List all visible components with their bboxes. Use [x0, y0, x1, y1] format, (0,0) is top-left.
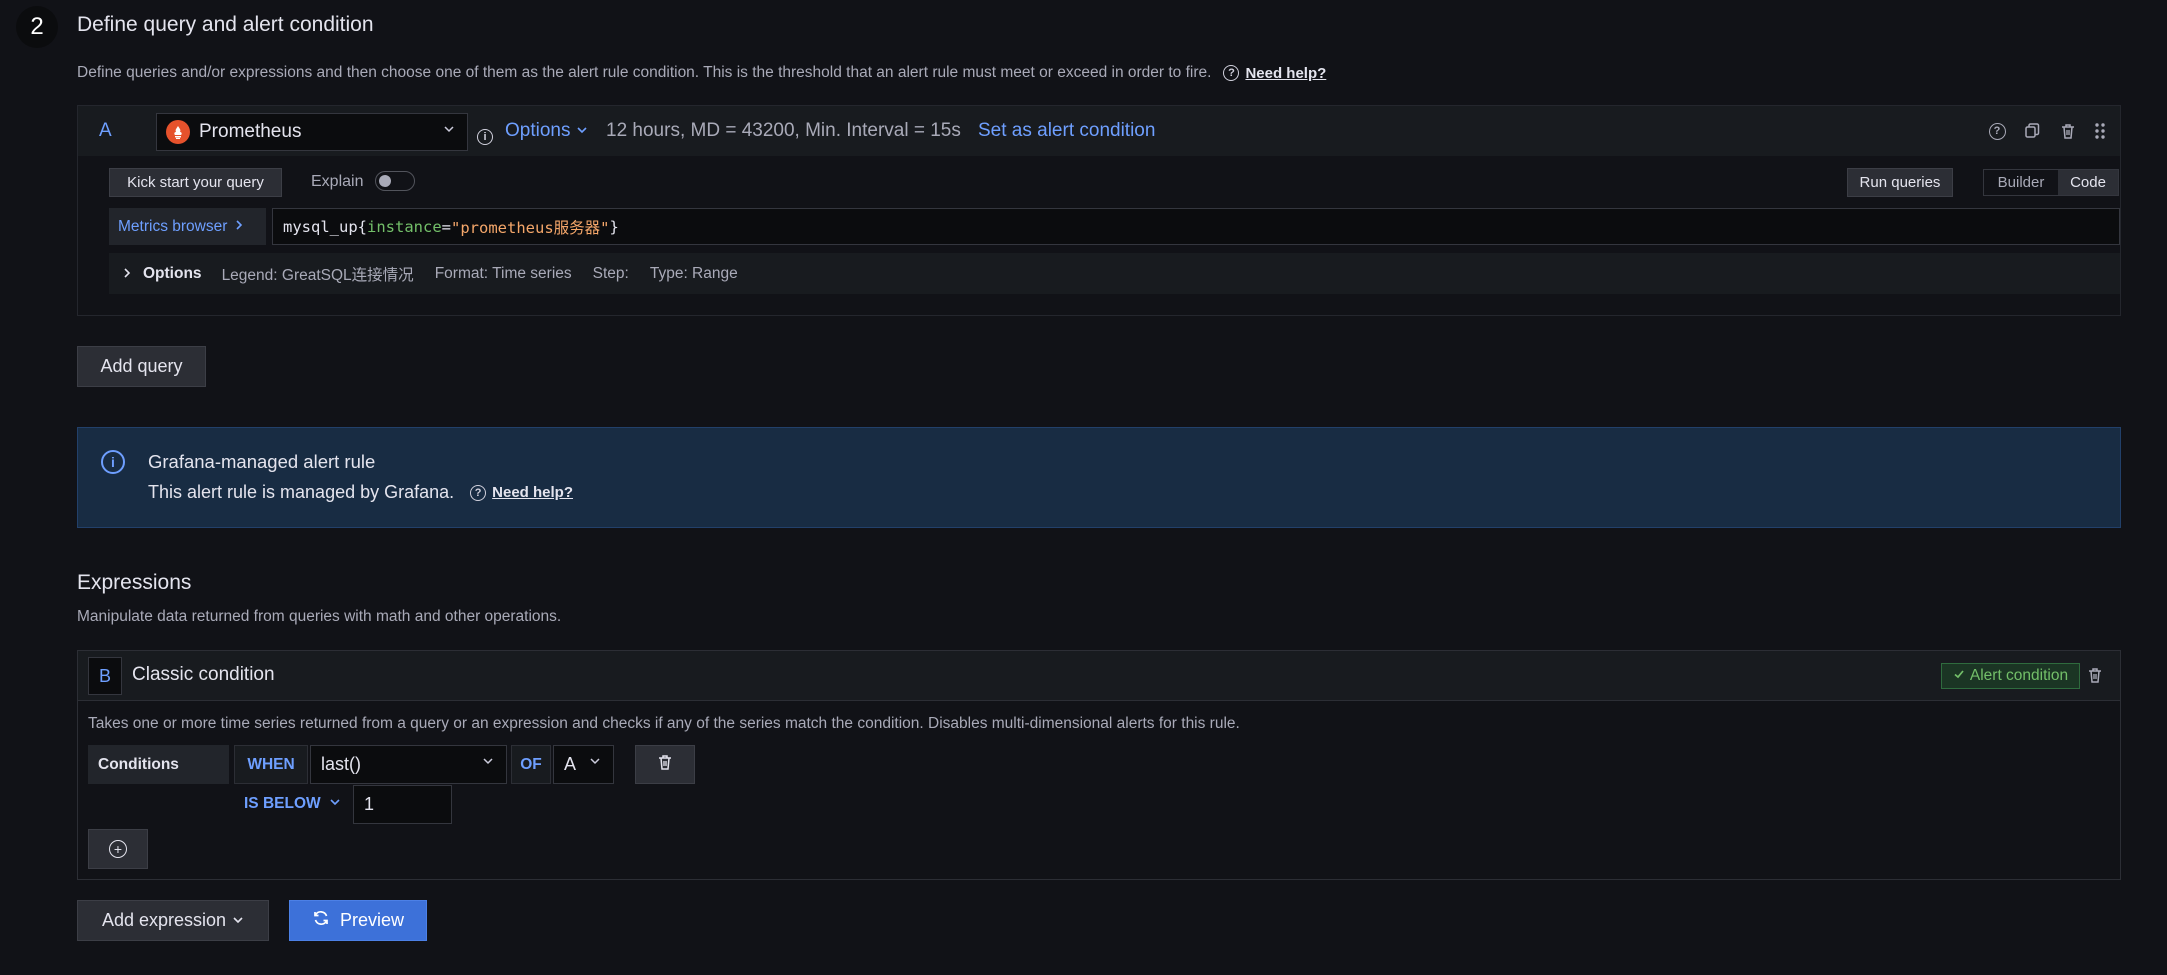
query-options-button[interactable]: Options	[505, 120, 588, 142]
reducer-value: last()	[321, 754, 361, 774]
info-body-text: This alert rule is managed by Grafana.	[148, 482, 455, 502]
info-icon[interactable]: i	[477, 125, 493, 145]
options-step: Step:	[592, 264, 629, 282]
expressions-title: Expressions	[77, 571, 192, 594]
mode-code-tab[interactable]: Code	[2058, 170, 2118, 195]
alert-condition-label: Alert condition	[1969, 667, 2069, 684]
question-icon: ?	[470, 484, 487, 501]
explain-label: Explain	[311, 173, 364, 190]
editor-mode-switch: Builder Code	[1983, 169, 2119, 196]
sync-icon	[312, 909, 330, 932]
expression-header	[78, 651, 2120, 701]
section-description: Define queries and/or expressions and th…	[77, 64, 1326, 82]
options-format: Format: Time series	[434, 264, 572, 282]
expression-description: Takes one or more time series returned f…	[88, 715, 1240, 732]
copy-icon[interactable]	[2022, 121, 2042, 141]
info-icon: i	[101, 450, 125, 474]
chevron-down-icon	[329, 795, 341, 813]
info-body: This alert rule is managed by Grafana. ?…	[148, 482, 573, 503]
chevron-right-icon	[235, 218, 243, 236]
add-expression-label: Add expression	[101, 910, 227, 930]
expr-equals: =	[441, 217, 451, 236]
threshold-input[interactable]: 1	[353, 785, 452, 824]
expressions-description: Manipulate data returned from queries wi…	[77, 608, 562, 625]
preview-button[interactable]: Preview	[289, 900, 427, 941]
evaluator-value: IS BELOW	[244, 795, 321, 812]
expression-title: Classic condition	[132, 664, 275, 685]
metrics-browser-label: Metrics browser	[118, 217, 228, 235]
question-icon: ?	[1223, 65, 1240, 81]
need-help-label: Need help?	[1245, 64, 1327, 82]
check-icon	[1953, 667, 1965, 685]
remove-condition-button[interactable]	[635, 745, 695, 784]
section-title: Define query and alert condition	[77, 13, 374, 36]
expr-label-value: "prometheus服务器"	[451, 218, 610, 237]
options-row-label: Options	[143, 264, 202, 282]
preview-label: Preview	[339, 910, 405, 930]
add-condition-button[interactable]: +	[88, 829, 148, 869]
chevron-down-icon	[576, 120, 588, 142]
drag-handle-icon[interactable]	[2090, 121, 2110, 141]
expr-close-brace: }	[609, 217, 619, 236]
conditions-label: Conditions	[88, 745, 229, 784]
options-legend: Legend: GreatSQL连接情况	[221, 266, 414, 284]
section-description-text: Define queries and/or expressions and th…	[77, 64, 1212, 81]
datasource-name: Prometheus	[199, 121, 302, 142]
explain-toggle[interactable]	[375, 171, 415, 191]
options-type: Type: Range	[649, 264, 738, 282]
need-help-link[interactable]: ? Need help?	[1223, 65, 1326, 82]
query-ref-select[interactable]: A	[553, 745, 614, 784]
chevron-down-icon	[232, 910, 244, 931]
metrics-browser-button[interactable]: Metrics browser	[109, 208, 266, 245]
need-help-link[interactable]: ? Need help?	[470, 484, 573, 501]
expr-open-brace: {	[357, 217, 367, 236]
mode-builder-tab[interactable]: Builder	[1984, 170, 2058, 195]
add-query-button[interactable]: Add query	[77, 346, 206, 387]
query-options-summary: 12 hours, MD = 43200, Min. Interval = 15…	[606, 120, 961, 141]
chevron-right-icon	[123, 266, 131, 282]
chevron-down-icon	[443, 123, 455, 138]
evaluator-select[interactable]: IS BELOW	[244, 795, 341, 813]
add-expression-button[interactable]: Add expression	[77, 900, 269, 941]
datasource-picker[interactable]: Prometheus	[156, 113, 468, 151]
trash-icon[interactable]	[2085, 665, 2105, 685]
help-icon[interactable]: ?	[1987, 121, 2007, 141]
chevron-down-icon	[589, 755, 601, 770]
trash-icon	[656, 753, 674, 776]
prometheus-logo-icon	[166, 120, 190, 144]
when-label: WHEN	[234, 745, 308, 784]
query-options-row[interactable]: Options Legend: GreatSQL连接情况 Format: Tim…	[109, 253, 2120, 294]
of-label: OF	[511, 745, 551, 784]
need-help-label: Need help?	[492, 484, 574, 501]
step-number: 2	[16, 6, 58, 48]
query-options-label: Options	[505, 120, 571, 141]
expr-metric: mysql_up	[283, 217, 358, 236]
query-ref-value: A	[564, 754, 577, 774]
promql-query-editor[interactable]: mysql_up{instance = "prometheus服务器"}	[272, 208, 2120, 245]
alert-condition-badge[interactable]: Alert condition	[1941, 663, 2080, 689]
grafana-managed-info	[77, 427, 2121, 528]
set-alert-condition-button[interactable]: Set as alert condition	[978, 120, 1155, 142]
reducer-select[interactable]: last()	[310, 745, 507, 784]
chevron-down-icon	[482, 755, 494, 770]
trash-icon[interactable]	[2058, 121, 2078, 141]
expr-label-key: instance	[367, 217, 442, 236]
query-ref-label[interactable]: A	[99, 120, 112, 142]
run-queries-button[interactable]: Run queries	[1847, 168, 1953, 197]
expression-ref-label[interactable]: B	[88, 657, 122, 695]
info-title: Grafana-managed alert rule	[148, 451, 376, 472]
kick-start-query-button[interactable]: Kick start your query	[109, 168, 282, 197]
plus-circle-icon: +	[109, 840, 127, 858]
